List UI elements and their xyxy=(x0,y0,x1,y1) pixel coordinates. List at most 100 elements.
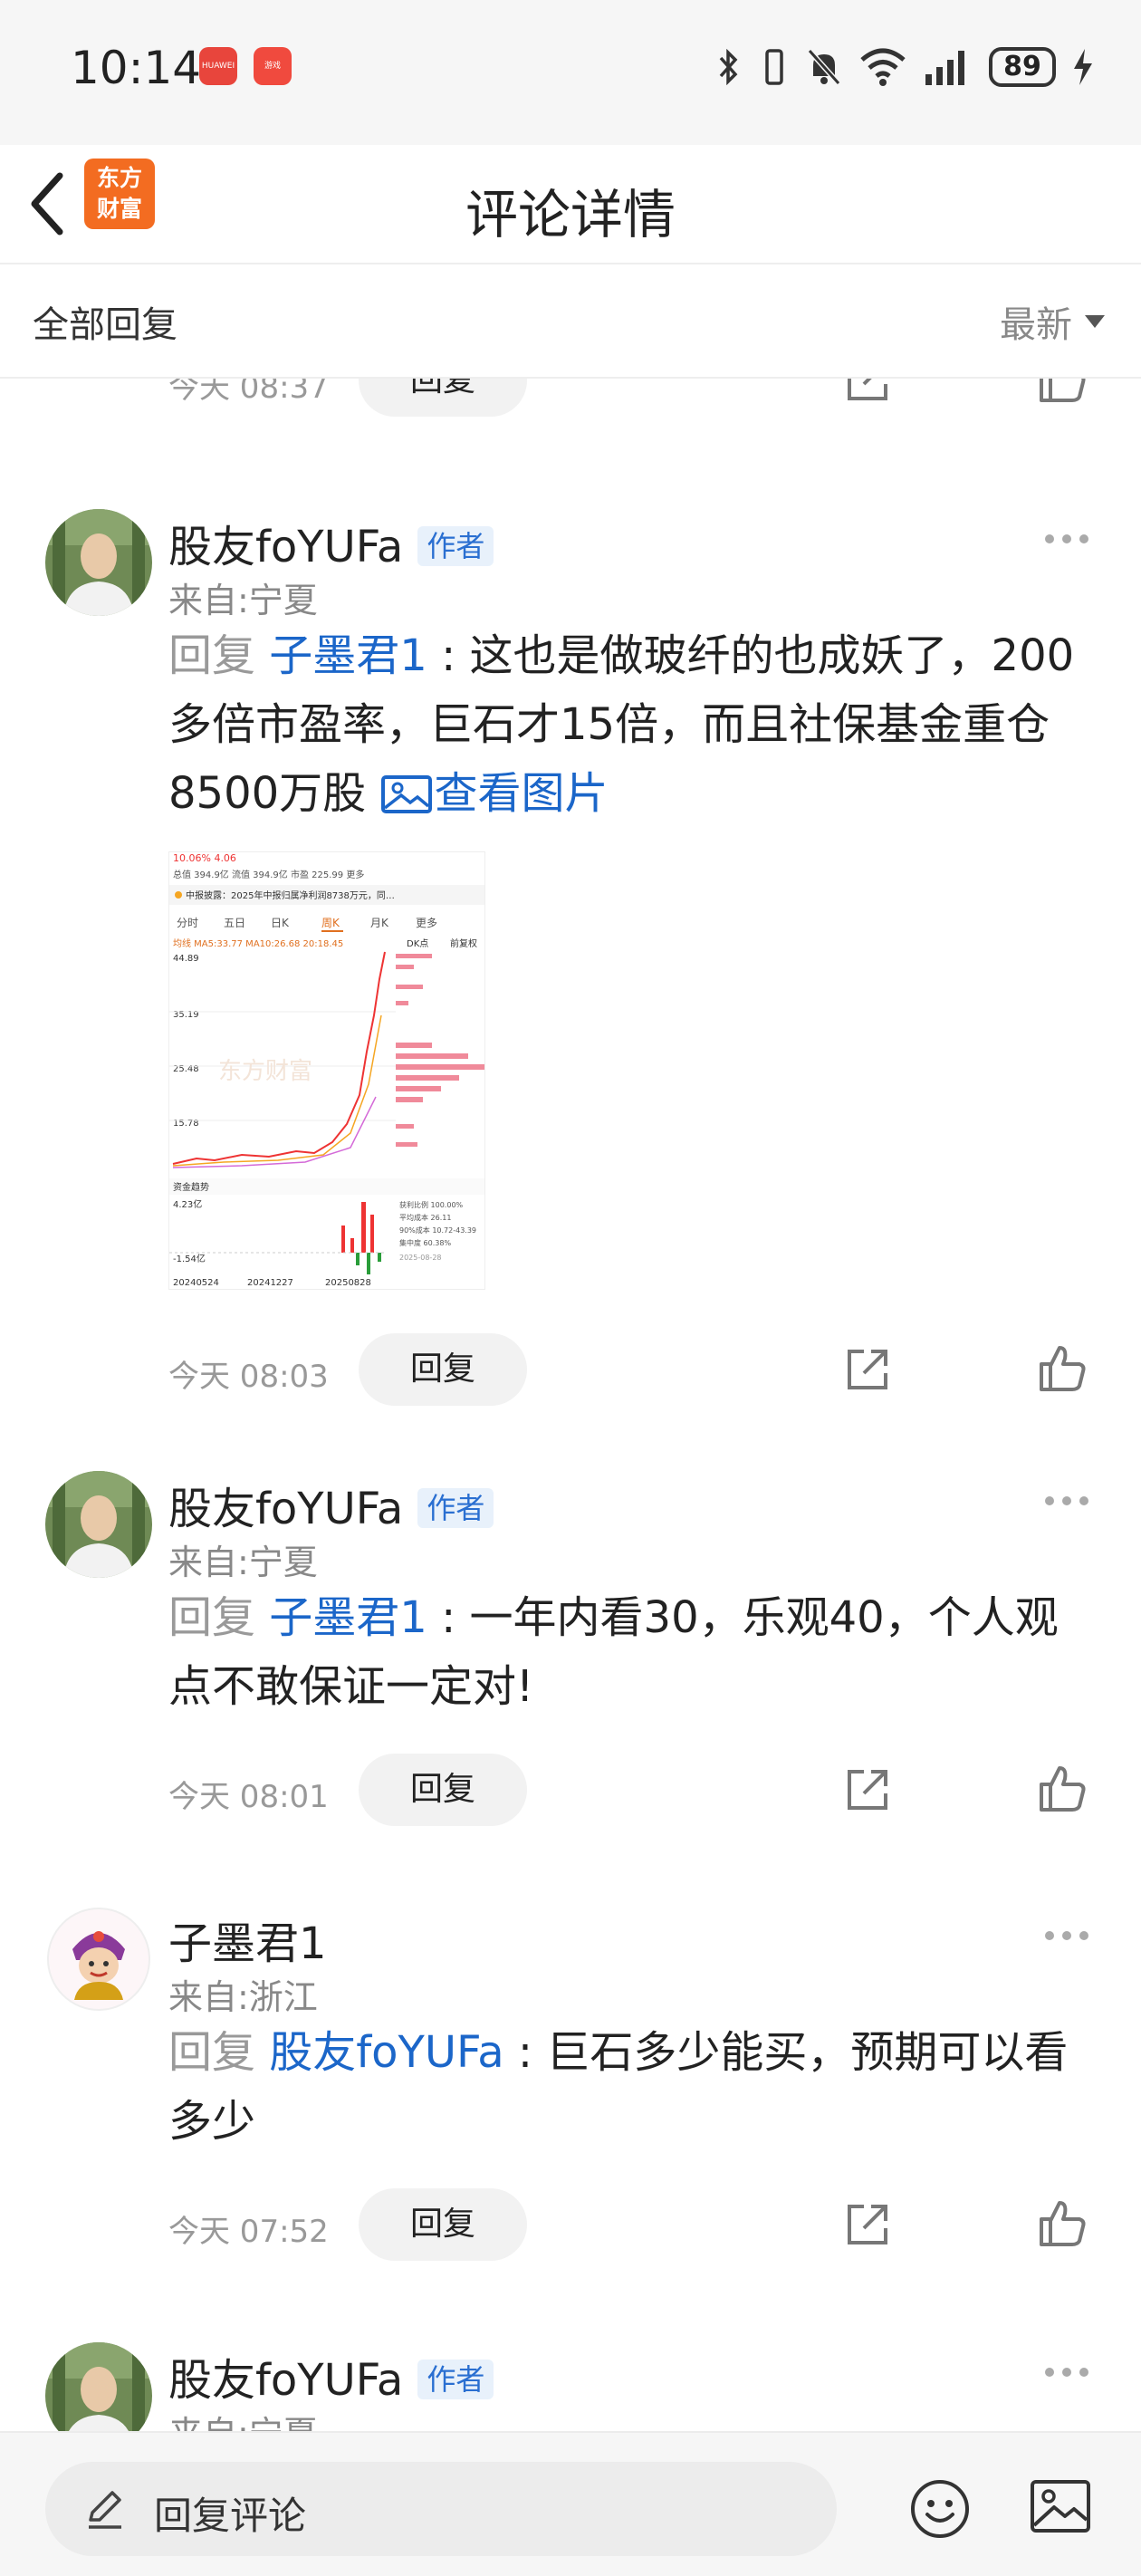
stock-tab: 日K xyxy=(271,917,290,929)
share-icon[interactable] xyxy=(842,1344,893,1395)
comment-time: 今天 08:01 xyxy=(168,1779,329,1815)
comment-text: 回复 股友foYUFa : 巨石多少能买，预期可以看多少 xyxy=(168,2027,1069,2147)
signal-icon xyxy=(925,51,964,85)
action-row: 今天 07:52 回复 xyxy=(0,2188,1141,2261)
stock-tab: 更多 xyxy=(416,917,437,929)
more-icon[interactable] xyxy=(1043,2366,1090,2379)
stock-dk-label: DK点 xyxy=(407,938,428,949)
location: 来自:浙江 xyxy=(168,1977,318,2017)
mute-icon xyxy=(807,49,841,85)
location: 来自:宁夏 xyxy=(168,1543,318,1582)
vibrate-icon xyxy=(765,49,783,85)
bottom-bar: 回复评论 xyxy=(0,2431,1141,2576)
reply-button[interactable]: 回复 xyxy=(359,1333,527,1406)
wifi-icon xyxy=(860,48,906,86)
action-row: 今天 08:37 回复 xyxy=(0,379,1141,417)
image-icon xyxy=(381,775,433,813)
author-badge: 作者 xyxy=(417,2360,494,2399)
huawei-app-icon: HUAWEI xyxy=(199,47,237,85)
avatar[interactable] xyxy=(45,1906,152,2013)
share-icon[interactable] xyxy=(842,379,893,406)
comment-text: 回复 子墨君1 : 一年内看30，乐观40，个人观点不敢保证一定对! xyxy=(168,1592,1059,1712)
stock-flow-value: -1.54亿 xyxy=(173,1253,206,1264)
bluetooth-icon xyxy=(719,49,738,85)
comment-text: 回复 子墨君1 : 这也是做玻纤的也成妖了，200多倍市盈率，巨石才15倍，而且… xyxy=(168,630,1075,819)
picture-icon[interactable] xyxy=(1029,2478,1092,2534)
input-placeholder: 回复评论 xyxy=(154,2494,307,2538)
sort-dropdown[interactable]: 最新 xyxy=(1000,295,1105,348)
reply-target-link[interactable]: 子墨君1 xyxy=(269,630,427,681)
username[interactable]: 股友foYUFa 作者 xyxy=(168,511,494,574)
action-row: 今天 08:01 回复 xyxy=(0,1754,1141,1826)
stock-top-line: 10.06% 4.06 xyxy=(173,852,236,864)
thumbs-up-icon[interactable] xyxy=(1036,1342,1088,1395)
action-row: 今天 08:03 回复 xyxy=(0,1333,1141,1406)
stock-y-tick: 44.89 xyxy=(173,954,199,964)
reply-button[interactable]: 回复 xyxy=(359,1754,527,1826)
sort-dropdown-label: 最新 xyxy=(1000,304,1072,346)
username[interactable]: 股友foYUFa 作者 xyxy=(168,1473,494,1536)
avatar[interactable] xyxy=(45,2342,152,2431)
stock-stat: 平均成本 26.11 xyxy=(399,1213,451,1222)
location: 来自:宁夏 xyxy=(168,2406,318,2431)
thumbs-up-icon[interactable] xyxy=(1036,2197,1088,2250)
stock-flow-label: 资金趋势 xyxy=(173,1181,209,1193)
stock-stat: 90%成本 10.72-43.39 xyxy=(399,1226,476,1235)
reply-comment-input[interactable]: 回复评论 xyxy=(45,2462,837,2556)
comment-time: 今天 07:52 xyxy=(168,2214,329,2250)
thumbs-up-icon[interactable] xyxy=(1036,1763,1088,1815)
stock-stat: 集中度 60.38% xyxy=(399,1238,451,1247)
stock-watermark: 东方财富 xyxy=(218,1058,312,1085)
comment-detail-page: 10:14 HUAWEI 游戏 89 东方 财富 评论详情 全部回复 最新 今天 … xyxy=(0,0,1141,2576)
emoji-icon[interactable] xyxy=(909,2478,971,2540)
reply-target-link[interactable]: 股友foYUFa xyxy=(269,2027,503,2078)
stock-tab: 分时 xyxy=(177,917,198,929)
charging-icon xyxy=(1074,49,1092,85)
stock-date: 20240524 xyxy=(173,1278,219,1288)
stock-flow-value: 4.23亿 xyxy=(173,1198,202,1210)
author-badge: 作者 xyxy=(417,1488,494,1528)
reply-button[interactable]: 回复 xyxy=(359,379,527,417)
username[interactable]: 股友foYUFa 作者 xyxy=(168,2344,494,2408)
game-app-icon: 游戏 xyxy=(254,47,292,85)
status-time: 10:14 xyxy=(71,42,202,94)
username[interactable]: 子墨君1 xyxy=(168,1908,327,1971)
stock-tab: 五日 xyxy=(224,917,245,929)
avatar[interactable] xyxy=(45,509,152,616)
status-icons: 89 xyxy=(715,40,1094,94)
stock-date: 20250828 xyxy=(325,1278,371,1288)
header: 东方 财富 评论详情 xyxy=(0,145,1141,263)
thumbs-up-icon[interactable] xyxy=(1036,379,1088,406)
avatar[interactable] xyxy=(45,1471,152,1578)
stock-chart-image[interactable]: 10.06% 4.06 总值 394.9亿 流值 394.9亿 市盈 225.9… xyxy=(168,851,485,1290)
stock-stat: 获利比例 100.00% xyxy=(399,1200,464,1209)
comment-feed[interactable]: 今天 08:37 回复 股友foYUFa 作者 来自:宁夏 回复 子墨君1 : 这… xyxy=(0,379,1141,2431)
more-icon[interactable] xyxy=(1043,1929,1090,1942)
stock-adjust-label: 前复权 xyxy=(450,937,477,949)
status-bar: 10:14 HUAWEI 游戏 89 xyxy=(0,0,1141,145)
share-icon[interactable] xyxy=(842,2199,893,2250)
stock-mktcap: 总值 394.9亿 流值 394.9亿 市盈 225.99 更多 xyxy=(173,869,364,880)
location: 来自:宁夏 xyxy=(168,581,318,620)
author-badge: 作者 xyxy=(417,526,494,566)
comment-time: 今天 08:37 xyxy=(168,379,329,406)
more-icon[interactable] xyxy=(1043,533,1090,545)
sort-bar: 全部回复 最新 xyxy=(0,264,1141,377)
stock-notice: 中报披露：2025年中报归属净利润8738万元，同… xyxy=(186,889,395,901)
stock-stat: 2025-08-28 xyxy=(399,1254,442,1262)
all-replies-label: 全部回复 xyxy=(33,304,177,346)
stock-tab: 月K xyxy=(370,917,389,929)
stock-ma-line: 均线 MA5:33.77 MA10:26.68 20:18.45 xyxy=(173,937,343,949)
reply-button[interactable]: 回复 xyxy=(359,2188,527,2261)
share-icon[interactable] xyxy=(842,1764,893,1815)
stock-tab-active: 周K xyxy=(321,917,340,929)
stock-date: 20241227 xyxy=(247,1278,293,1288)
pencil-icon xyxy=(89,2491,121,2529)
page-title: 评论详情 xyxy=(465,184,676,245)
caret-down-icon xyxy=(1085,315,1105,328)
more-icon[interactable] xyxy=(1043,1495,1090,1507)
view-image-link[interactable]: 查看图片 xyxy=(379,768,608,819)
comment-time: 今天 08:03 xyxy=(168,1359,329,1395)
reply-target-link[interactable]: 子墨君1 xyxy=(269,1592,427,1643)
battery-indicator: 89 xyxy=(989,47,1056,87)
